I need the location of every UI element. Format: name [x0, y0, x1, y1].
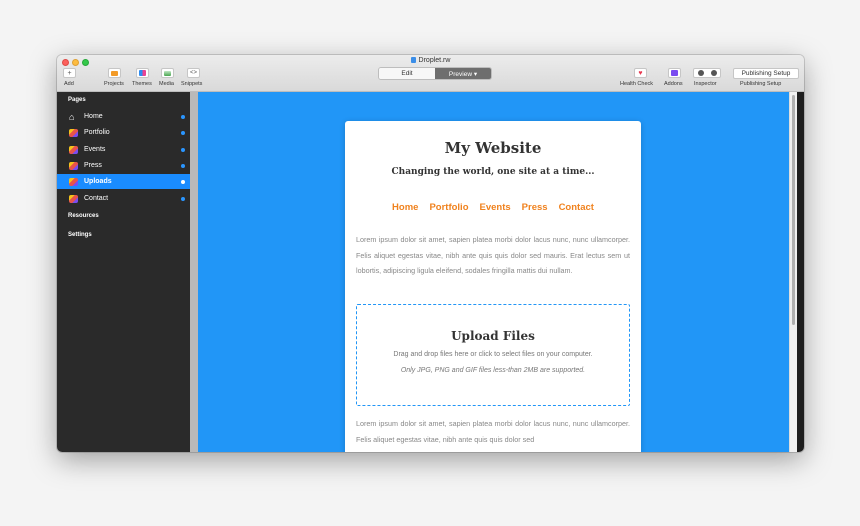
preview-pane: My Website Changing the world, one site …: [198, 92, 789, 452]
mode-segmented-control: Edit Preview ▾: [378, 67, 492, 80]
themes-button[interactable]: [136, 68, 149, 78]
themes-label: Themes: [132, 81, 152, 87]
intro-paragraph: Lorem ipsum dolor sit amet, sapien plate…: [356, 235, 630, 275]
snippets-label: Snippets: [181, 81, 203, 87]
snippets-button[interactable]: <>: [187, 68, 200, 78]
document-icon: [410, 57, 416, 63]
window-title-text: Droplet.rw: [418, 57, 451, 64]
scrollbar-thumb[interactable]: [792, 95, 795, 325]
upload-note: Only JPG, PNG and GIF files less-than 2M…: [400, 367, 586, 374]
code-icon: <>: [189, 70, 197, 76]
heart-icon: ♥: [638, 69, 643, 77]
upload-description: Drag and drop files here or click to sel…: [393, 351, 593, 358]
home-icon: ⌂: [69, 111, 75, 122]
upload-title: Upload Files: [451, 329, 535, 343]
published-dot: [181, 130, 185, 135]
sidebar-item-home[interactable]: ⌂ Home: [57, 109, 190, 124]
media-button[interactable]: [161, 68, 174, 78]
second-paragraph: Lorem ipsum dolor sit amet, sapien plate…: [356, 419, 630, 444]
plus-icon: +: [67, 69, 72, 77]
settings-heading[interactable]: Settings: [68, 232, 92, 238]
sidebar-item-label: Contact: [84, 195, 109, 202]
published-dot: [181, 179, 185, 184]
themes-icon: [139, 70, 146, 76]
site-title: My Website: [444, 139, 542, 157]
projects-button[interactable]: [108, 68, 121, 78]
page-icon: [69, 177, 78, 186]
sidebar-item-label: Uploads: [84, 178, 112, 185]
sidebar-item-press[interactable]: Press: [57, 158, 190, 173]
published-dot: [181, 163, 185, 168]
sidebar-item-portfolio[interactable]: Portfolio: [57, 125, 190, 140]
site-navigation: Home Portfolio Events Press Contact: [345, 202, 641, 213]
published-dot: [181, 147, 185, 152]
nav-link-contact[interactable]: Contact: [559, 202, 594, 213]
addons-button[interactable]: [668, 68, 681, 78]
add-button[interactable]: +: [63, 68, 76, 78]
title-bar: Droplet.rw + Add Projects Themes Media <…: [57, 55, 804, 92]
page-icon: [69, 194, 78, 203]
edit-mode-button[interactable]: Edit: [379, 68, 435, 79]
sidebar-item-contact[interactable]: Contact: [57, 191, 190, 206]
site-tagline: Changing the world, one site at a time..…: [391, 167, 595, 177]
addons-icon: [671, 70, 678, 76]
add-label: Add: [64, 81, 74, 87]
publishing-setup-button[interactable]: Publishing Setup: [733, 68, 799, 79]
preview-mode-button[interactable]: Preview ▾: [435, 68, 491, 79]
nav-link-events[interactable]: Events: [480, 202, 511, 213]
info-icon: [697, 70, 704, 76]
inspector-button[interactable]: [693, 68, 721, 78]
sidebar-item-label: Events: [84, 146, 106, 153]
page-icon: [69, 128, 78, 137]
health-check-label: Health Check: [620, 81, 654, 87]
published-dot: [181, 196, 185, 201]
addons-label: Addons: [664, 81, 683, 87]
website-page: My Website Changing the world, one site …: [345, 121, 641, 452]
projects-label: Projects: [104, 81, 124, 87]
publishing-setup-label: Publishing Setup: [740, 81, 782, 87]
pages-heading: Pages: [68, 97, 86, 103]
resources-heading[interactable]: Resources: [68, 213, 99, 219]
sidebar-item-uploads[interactable]: Uploads: [57, 174, 190, 189]
projects-icon: [111, 70, 118, 76]
sidebar-item-label: Portfolio: [84, 129, 110, 136]
right-edge: [797, 92, 804, 452]
sidebar-item-label: Press: [84, 162, 102, 169]
sidebar-item-events[interactable]: Events: [57, 142, 190, 157]
health-check-button[interactable]: ♥: [634, 68, 647, 78]
inspector-label: Inspector: [694, 81, 717, 87]
preview-scrollbar[interactable]: [789, 92, 797, 452]
nav-link-portfolio[interactable]: Portfolio: [429, 202, 468, 213]
media-label: Media: [159, 81, 174, 87]
published-dot: [181, 114, 185, 119]
nav-link-home[interactable]: Home: [392, 202, 418, 213]
sidebar-item-label: Home: [84, 113, 103, 120]
pages-sidebar: Pages ⌂ Home Portfolio Events Press Uplo…: [57, 92, 190, 452]
sidebar-divider[interactable]: [190, 92, 198, 452]
upload-dropzone[interactable]: Upload Files Drag and drop files here or…: [356, 304, 630, 406]
image-icon: [164, 70, 171, 76]
info-icon: [710, 70, 717, 76]
page-icon: [69, 161, 78, 170]
page-icon: [69, 145, 78, 154]
window-title: Droplet.rw: [57, 57, 804, 64]
app-window: Droplet.rw + Add Projects Themes Media <…: [57, 55, 804, 452]
nav-link-press[interactable]: Press: [522, 202, 548, 213]
